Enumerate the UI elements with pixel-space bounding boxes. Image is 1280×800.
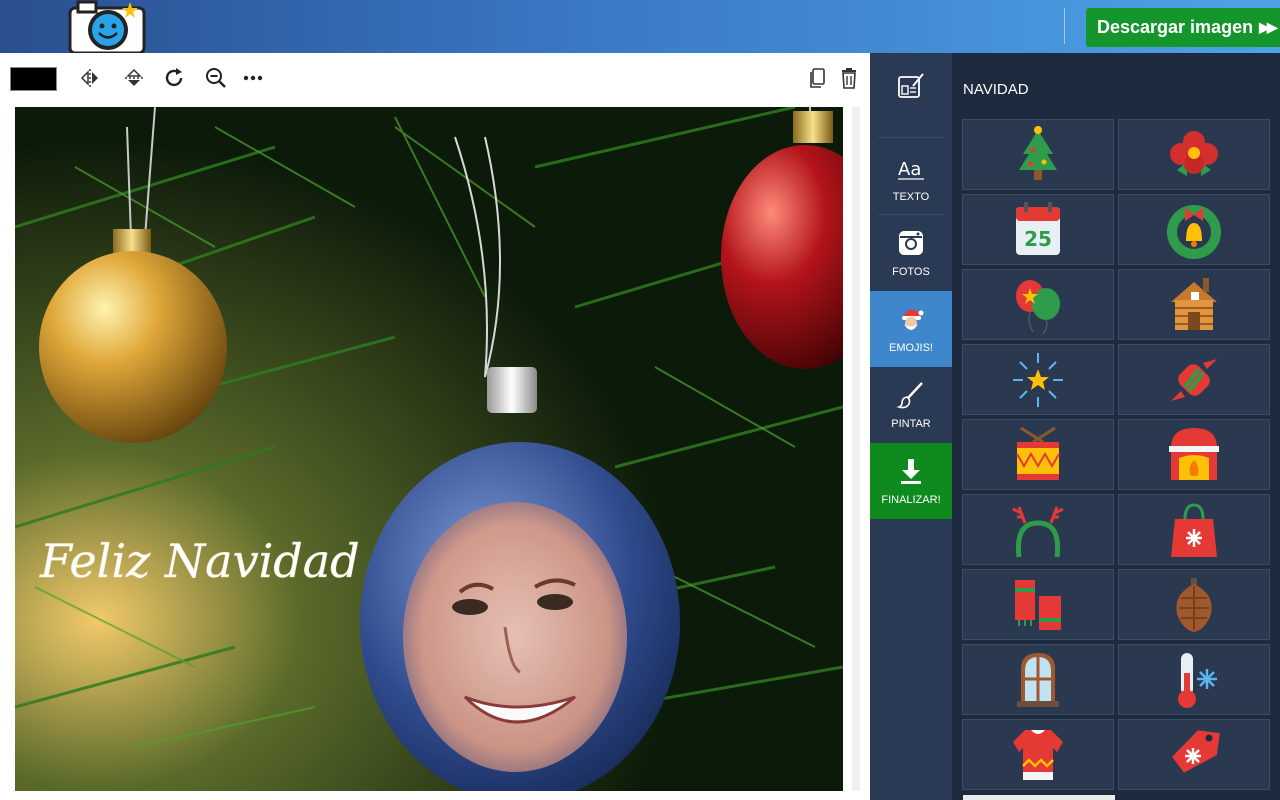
download-image-button[interactable]: Descargar imagen ▶▶ <box>1086 8 1280 47</box>
nav-texto-label: TEXTO <box>892 191 930 203</box>
nav-emojis-label: EMOJIS! <box>888 342 933 354</box>
nav-texto[interactable]: Aa TEXTO <box>870 140 952 216</box>
brush-icon <box>896 380 926 410</box>
frosted-window-icon[interactable] <box>962 644 1114 715</box>
zoom-out-icon[interactable] <box>203 65 229 91</box>
header-divider <box>1064 8 1065 44</box>
editor-area: Feliz Navidad <box>0 53 870 800</box>
drum-icon[interactable] <box>962 419 1114 490</box>
reindeer-headband-icon[interactable] <box>962 494 1114 565</box>
editor-toolbar <box>0 53 870 103</box>
scarf-icon[interactable] <box>962 569 1114 640</box>
christmas-tree-icon[interactable] <box>962 119 1114 190</box>
download-icon <box>896 456 926 486</box>
pine-cone-icon[interactable] <box>1118 569 1270 640</box>
nav-fotos[interactable]: FOTOS <box>870 215 952 291</box>
wreath-bell-icon[interactable] <box>1118 194 1270 265</box>
nav-pintar-label: PINTAR <box>891 418 931 430</box>
nav-separator <box>878 137 944 138</box>
emoji-panel-scroll-indicator <box>963 795 1115 800</box>
camera-smiley-logo-icon[interactable] <box>68 0 148 55</box>
gift-bag-icon[interactable] <box>1118 494 1270 565</box>
panel-title: NAVIDAD <box>963 81 1029 98</box>
templates-icon <box>896 72 926 102</box>
trash-icon[interactable] <box>836 65 862 91</box>
color-picker-swatch[interactable] <box>10 67 57 91</box>
calendar-25-icon[interactable]: 25 <box>962 194 1114 265</box>
flip-vertical-icon[interactable] <box>121 65 147 91</box>
gift-tag-icon[interactable] <box>1118 719 1270 790</box>
more-icon[interactable] <box>240 65 266 91</box>
ugly-sweater-icon[interactable] <box>962 719 1114 790</box>
nav-pintar[interactable]: PINTAR <box>870 367 952 443</box>
double-arrow-icon: ▶▶ <box>1259 19 1277 35</box>
log-cabin-icon[interactable] <box>1118 269 1270 340</box>
nav-emojis[interactable]: EMOJIS! <box>870 291 952 367</box>
flip-horizontal-icon[interactable] <box>77 65 103 91</box>
calendar-number: 25 <box>1024 227 1052 251</box>
nav-finalizar[interactable]: FINALIZAR! <box>870 443 952 519</box>
svg-text:Aa: Aa <box>898 159 921 180</box>
balloons-icon[interactable] <box>962 269 1114 340</box>
photo-canvas[interactable]: Feliz Navidad <box>15 107 843 791</box>
poinsettia-icon[interactable] <box>1118 119 1270 190</box>
download-image-label: Descargar imagen <box>1097 17 1254 37</box>
feliz-navidad-text[interactable]: Feliz Navidad <box>39 534 360 589</box>
emoji-panel: NAVIDAD 25 <box>952 53 1280 800</box>
fireworks-star-icon[interactable] <box>962 344 1114 415</box>
thermometer-cold-icon[interactable] <box>1118 644 1270 715</box>
canvas-scrollbar[interactable] <box>852 107 860 791</box>
top-bar: Descargar imagen ▶▶ <box>0 0 1280 55</box>
fireplace-icon[interactable] <box>1118 419 1270 490</box>
rotate-icon[interactable] <box>162 65 188 91</box>
nav-templates[interactable] <box>870 53 952 129</box>
nav-fotos-label: FOTOS <box>892 266 930 278</box>
text-icon: Aa <box>896 153 926 183</box>
duplicate-icon[interactable] <box>804 65 830 91</box>
side-navigation: Aa TEXTO FOTOS EMOJIS! PINTAR FINALIZAR! <box>870 53 952 800</box>
nav-finalizar-label: FINALIZAR! <box>881 494 941 506</box>
santa-icon <box>896 304 926 334</box>
instagram-icon <box>896 228 926 258</box>
candy-icon[interactable] <box>1118 344 1270 415</box>
